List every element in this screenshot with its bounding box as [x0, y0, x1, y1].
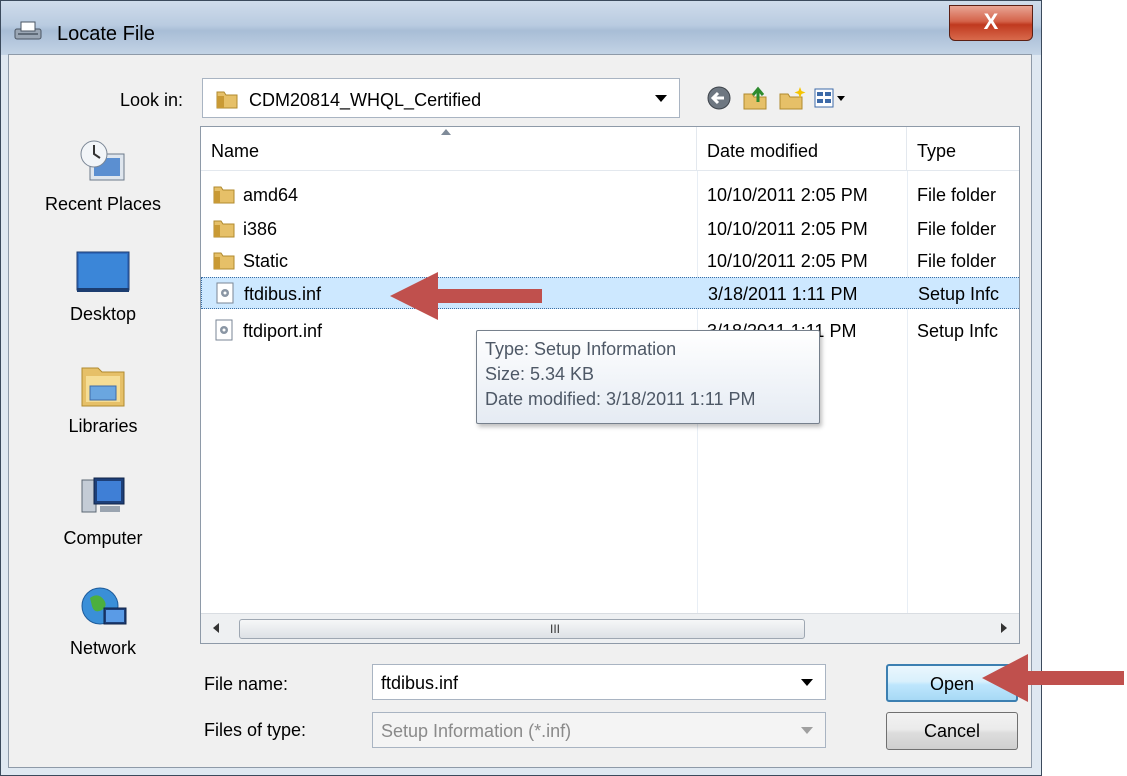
file-type: File folder — [917, 251, 997, 271]
place-label: Desktop — [69, 304, 137, 324]
computer-icon — [81, 477, 125, 513]
close-button[interactable]: X — [949, 5, 1033, 41]
scrollbar-grip: III — [550, 622, 561, 636]
file-type-label: Files of type: — [204, 720, 307, 740]
file-name: Static — [243, 251, 289, 271]
scanner-icon — [14, 21, 42, 40]
chevron-down-icon[interactable] — [655, 95, 667, 102]
look-in-value: CDM20814_WHQL_Certified — [249, 90, 482, 110]
folder-icon — [213, 220, 235, 238]
file-date: 10/10/2011 2:05 PM — [707, 251, 868, 271]
up-folder-icon[interactable] — [740, 84, 770, 112]
file-date: 3/18/2011 1:11 PM — [708, 284, 858, 304]
file-name: i386 — [243, 219, 278, 239]
list-item[interactable]: Static 10/10/2011 2:05 PM File folder — [201, 245, 1019, 277]
place-label: Network — [69, 638, 136, 658]
folder-icon — [213, 252, 235, 270]
annotation-arrow-left-icon — [390, 272, 542, 320]
look-in-label: Look in: — [120, 90, 184, 110]
back-icon[interactable] — [704, 84, 734, 112]
file-info-tooltip: Type: Setup Information Size: 5.34 KB Da… — [476, 330, 820, 424]
network-icon — [81, 587, 127, 625]
scrollbar-thumb[interactable]: III — [239, 619, 805, 639]
file-name: ftdibus.inf — [244, 284, 322, 304]
horizontal-scrollbar[interactable]: III — [201, 613, 1019, 643]
recent-places-icon — [80, 140, 125, 181]
title-bar[interactable]: Locate File X — [1, 1, 1041, 55]
place-computer[interactable]: Computer — [14, 472, 192, 549]
column-header-type[interactable]: Type — [907, 127, 1019, 171]
list-item[interactable]: i386 10/10/2011 2:05 PM File folder — [201, 213, 1019, 245]
look-in-dropdown[interactable]: CDM20814_WHQL_Certified — [202, 78, 680, 118]
file-type-dropdown[interactable]: Setup Information (*.inf) — [372, 712, 826, 748]
annotation-arrow-left-icon — [982, 654, 1124, 702]
chevron-down-icon[interactable] — [801, 727, 813, 734]
file-type: Setup Infc — [918, 284, 1000, 304]
setup-file-icon — [215, 319, 233, 341]
folder-icon — [216, 91, 238, 109]
place-label: Recent Places — [44, 194, 162, 214]
list-item-selected[interactable]: ftdibus.inf 3/18/2011 1:11 PM Setup Infc — [201, 277, 1019, 309]
file-type: Setup Infc — [917, 321, 999, 341]
file-type: File folder — [917, 185, 997, 205]
file-name-label: File name: — [204, 674, 289, 694]
file-name-input[interactable]: ftdibus.inf — [372, 664, 826, 700]
place-desktop[interactable]: Desktop — [14, 248, 192, 325]
file-name: ftdiport.inf — [243, 321, 323, 341]
setup-file-icon — [216, 282, 234, 304]
place-libraries[interactable]: Libraries — [14, 360, 192, 437]
place-label: Libraries — [68, 416, 138, 436]
sort-ascending-icon — [441, 129, 451, 135]
place-network[interactable]: Network — [14, 582, 192, 659]
folder-icon — [213, 186, 235, 204]
list-item[interactable]: amd64 10/10/2011 2:05 PM File folder — [201, 179, 1019, 211]
column-header-date[interactable]: Date modified — [697, 127, 907, 171]
tooltip-size: Size: 5.34 KB — [485, 364, 595, 384]
file-type: File folder — [917, 219, 997, 239]
file-date: 10/10/2011 2:05 PM — [707, 185, 868, 205]
chevron-down-icon[interactable] — [801, 679, 813, 686]
places-bar: Recent Places Desktop Libraries Computer — [14, 124, 192, 692]
window-title: Locate File — [57, 23, 155, 45]
view-menu-icon[interactable] — [812, 84, 848, 112]
column-header-name[interactable]: Name — [201, 127, 697, 171]
new-folder-icon[interactable] — [778, 84, 808, 112]
libraries-icon — [81, 367, 125, 407]
place-recent-places[interactable]: Recent Places — [14, 136, 192, 215]
file-type-value: Setup Information (*.inf) — [381, 721, 572, 741]
tooltip-type: Type: Setup Information — [485, 339, 677, 359]
file-name-value: ftdibus.inf — [381, 673, 459, 693]
scroll-right-icon[interactable] — [1001, 623, 1007, 633]
file-date: 10/10/2011 2:05 PM — [707, 219, 868, 239]
cancel-button[interactable]: Cancel — [886, 712, 1018, 750]
place-label: Computer — [63, 528, 143, 548]
scroll-left-icon[interactable] — [213, 623, 219, 633]
file-name: amd64 — [243, 185, 299, 205]
tooltip-date: Date modified: 3/18/2011 1:11 PM — [485, 389, 756, 409]
desktop-icon — [76, 251, 130, 292]
